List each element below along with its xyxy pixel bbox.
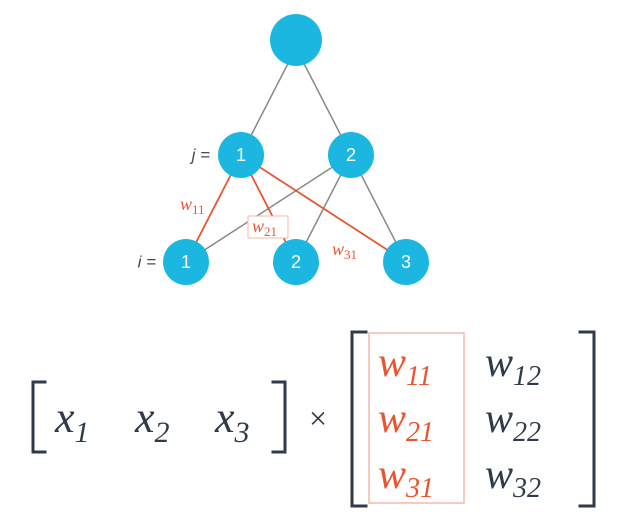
right-bracket-w	[580, 332, 594, 506]
edge-label-w31: w31	[332, 239, 357, 262]
svg-text:w11: w11	[180, 194, 205, 217]
edge-h1-i3	[241, 155, 406, 262]
matrix-equation: x1 x2 x3 × w11 w12 w21 w22 w31 w32	[33, 332, 594, 506]
right-bracket-x	[273, 382, 285, 452]
node-input-1-label: 1	[181, 252, 191, 272]
w32: w32	[485, 452, 541, 504]
neural-network-diagram: w11 w21 w31 1 2 1 2 3 j = i =	[138, 14, 429, 285]
node-output	[270, 14, 322, 66]
i-index-label: i =	[138, 253, 157, 272]
node-input-3-label: 3	[401, 252, 411, 272]
left-bracket-x	[33, 382, 45, 452]
node-input-2-label: 2	[291, 252, 301, 272]
x3: x3	[214, 393, 250, 449]
edge-label-w11: w11	[180, 194, 205, 217]
left-bracket-w	[352, 332, 366, 506]
node-hidden-1-label: 1	[236, 145, 246, 165]
j-index-label: j =	[190, 146, 211, 165]
w-matrix: w11 w12 w21 w22 w31 w32	[352, 332, 594, 506]
x2: x2	[134, 393, 170, 449]
x1: x1	[54, 393, 90, 449]
multiply-icon: ×	[309, 400, 327, 436]
w12: w12	[485, 340, 541, 392]
w22: w22	[485, 396, 541, 448]
x-vector: x1 x2 x3	[33, 382, 285, 452]
edge-label-w21: w21	[248, 216, 288, 239]
node-hidden-2-label: 2	[346, 145, 356, 165]
svg-text:w31: w31	[332, 239, 357, 262]
